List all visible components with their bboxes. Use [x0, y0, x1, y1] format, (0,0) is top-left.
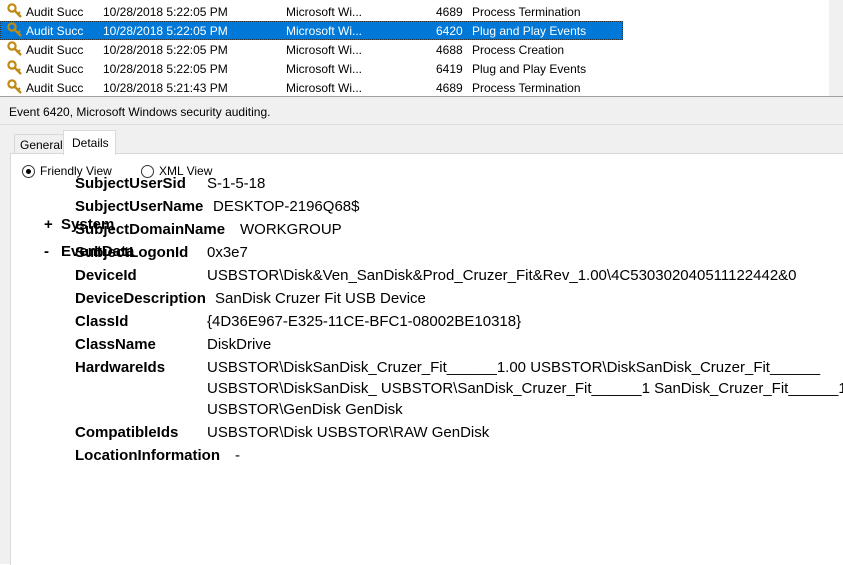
event-id: 4688 [436, 43, 463, 57]
event-row[interactable]: Audit Succ 10/28/2018 5:21:43 PM Microsoft… [0, 78, 623, 96]
friendly-view-content: + System - EventData SubjectUserSid S-1-5… [12, 175, 843, 564]
event-id: 4689 [436, 81, 463, 95]
event-task-category: Process Termination [472, 5, 581, 19]
field-value: SanDisk Cruzer Fit USB Device [215, 290, 426, 311]
field-value: - [235, 447, 240, 468]
field-value: USBSTOR\DiskSanDisk_Cruzer_Fit______1.00… [207, 359, 843, 422]
event-list-scrollbar[interactable] [829, 0, 843, 96]
expand-icon[interactable]: + [44, 216, 53, 233]
field-name: DeviceDescription [75, 290, 206, 307]
field-value: USBSTOR\Disk USBSTOR\RAW GenDisk [207, 424, 489, 445]
event-source: Microsoft Wi... [286, 24, 363, 38]
event-task-category: Plug and Play Events [472, 24, 587, 38]
field-value-line: USBSTOR\GenDisk GenDisk [207, 401, 403, 418]
event-datetime: 10/28/2018 5:21:43 PM [103, 81, 228, 95]
event-datetime: 10/28/2018 5:22:05 PM [103, 43, 228, 57]
radio-selected-icon[interactable] [22, 165, 35, 178]
field-value: {4D36E967-E325-11CE-BFC1-08002BE10318} [207, 313, 521, 334]
tab-general-label: General [20, 138, 63, 152]
event-header: Event 6420, Microsoft Windows security a… [9, 105, 271, 119]
field-value-line: DiskDrive [207, 336, 272, 353]
field-name: DeviceId [75, 267, 137, 284]
event-datetime: 10/28/2018 5:22:05 PM [103, 5, 228, 19]
field-value-line: USBSTOR\DiskSanDisk_Cruzer_Fit______1.00… [207, 359, 821, 376]
field-value: 0x3e7 [207, 244, 248, 265]
field-value-line: USBSTOR\Disk&Ven_SanDisk&Prod_Cruzer_Fit… [207, 267, 797, 284]
event-task-category: Plug and Play Events [472, 62, 587, 76]
tab-general[interactable]: General [14, 134, 64, 153]
field-value-line: S-1-5-18 [207, 175, 266, 192]
field-value-line: WORKGROUP [240, 221, 342, 238]
event-task-category: Process Termination [472, 81, 581, 95]
event-id: 4689 [436, 5, 463, 19]
field-name: SubjectUserName [75, 198, 204, 215]
event-source: Microsoft Wi... [286, 81, 363, 95]
event-id: 6419 [436, 62, 463, 76]
event-source: Microsoft Wi... [286, 62, 363, 76]
event-id: 6420 [436, 24, 463, 38]
field-value-line: USBSTOR\Disk USBSTOR\RAW GenDisk [207, 424, 490, 441]
field-name: SubjectLogonId [75, 244, 189, 261]
field-name: SubjectDomainName [75, 221, 226, 238]
field-name: HardwareIds [75, 359, 166, 376]
field-value-line: USBSTOR\DiskSanDisk_ USBSTOR\SanDisk_Cru… [207, 380, 843, 397]
header-divider [0, 124, 843, 125]
event-detail-pane: Event 6420, Microsoft Windows security a… [0, 100, 843, 565]
field-value-line: 0x3e7 [207, 244, 248, 261]
key-icon [7, 22, 23, 38]
event-source: Microsoft Wi... [286, 5, 363, 19]
event-datetime: 10/28/2018 5:22:05 PM [103, 24, 228, 38]
event-row[interactable]: Audit Succ 10/28/2018 5:22:05 PM Microsoft… [0, 2, 623, 21]
key-icon [7, 3, 23, 19]
field-name: ClassName [75, 336, 156, 353]
event-keyword: Audit Succ [26, 43, 84, 57]
key-icon [7, 41, 23, 57]
field-value: WORKGROUP [240, 221, 342, 242]
field-value-line: DESKTOP-2196Q68$ [213, 198, 360, 215]
field-name: LocationInformation [75, 447, 220, 464]
event-keyword: Audit Succ [26, 5, 84, 19]
event-task-category: Process Creation [472, 43, 565, 57]
field-value: S-1-5-18 [207, 175, 265, 196]
event-row[interactable]: Audit Succ 10/28/2018 5:22:05 PM Microsoft… [0, 40, 623, 59]
event-keyword: Audit Succ [26, 62, 84, 76]
key-icon [7, 60, 23, 76]
event-datetime: 10/28/2018 5:22:05 PM [103, 62, 228, 76]
field-value-line: SanDisk Cruzer Fit USB Device [215, 290, 426, 307]
field-name: CompatibleIds [75, 424, 179, 441]
field-value: DiskDrive [207, 336, 271, 357]
key-icon [7, 79, 23, 95]
field-value-line: {4D36E967-E325-11CE-BFC1-08002BE10318} [207, 313, 522, 330]
field-value: DESKTOP-2196Q68$ [213, 198, 359, 219]
tab-details[interactable]: Details [63, 130, 116, 155]
field-value-line: - [235, 447, 240, 464]
event-keyword: Audit Succ [26, 24, 84, 38]
collapse-icon[interactable]: - [44, 243, 49, 260]
event-row[interactable]: Audit Succ 10/28/2018 5:22:05 PM Microsoft… [0, 21, 623, 40]
tab-details-label: Details [72, 136, 109, 150]
event-source: Microsoft Wi... [286, 43, 363, 57]
field-value: USBSTOR\Disk&Ven_SanDisk&Prod_Cruzer_Fit… [207, 267, 797, 288]
field-name: SubjectUserSid [75, 175, 186, 192]
event-keyword: Audit Succ [26, 81, 84, 95]
event-row[interactable]: Audit Succ 10/28/2018 5:22:05 PM Microsoft… [0, 59, 623, 78]
field-name: ClassId [75, 313, 129, 330]
event-list[interactable]: Audit Succ 10/28/2018 5:22:05 PM Microsoft… [0, 0, 843, 96]
